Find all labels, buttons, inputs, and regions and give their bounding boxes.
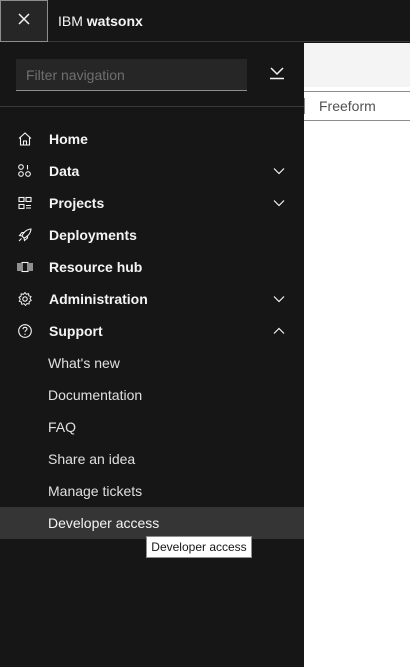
nav-item-label: Support xyxy=(49,323,103,339)
brand-name: watsonx xyxy=(86,12,143,29)
filter-row xyxy=(0,43,304,107)
collapse-all-icon xyxy=(269,66,285,85)
sub-item-developer-access[interactable]: Developer access xyxy=(0,507,304,539)
sub-item-faq[interactable]: FAQ xyxy=(0,411,304,443)
home-icon xyxy=(17,131,33,147)
page-header-strip xyxy=(304,43,410,87)
chevron-down-icon xyxy=(272,196,286,210)
filter-navigation-input[interactable] xyxy=(16,59,247,91)
resource-hub-icon xyxy=(17,259,33,275)
nav-item-administration[interactable]: Administration xyxy=(0,283,304,315)
nav-item-support[interactable]: Support xyxy=(0,315,304,347)
sub-item-share-an-idea[interactable]: Share an idea xyxy=(0,443,304,475)
tab-divider xyxy=(304,98,305,114)
nav-item-home[interactable]: Home xyxy=(0,123,304,155)
nav-item-label: Data xyxy=(49,163,80,179)
nav-item-label: Resource hub xyxy=(49,259,143,275)
nav-item-data[interactable]: Data xyxy=(0,155,304,187)
brand-prefix: IBM xyxy=(58,12,83,29)
side-navigation: Home Data xyxy=(0,43,304,667)
sub-item-documentation[interactable]: Documentation xyxy=(0,379,304,411)
close-menu-button[interactable] xyxy=(0,0,48,42)
chevron-down-icon xyxy=(272,164,286,178)
nav-list: Home Data Projects Deployments Resource … xyxy=(0,123,304,539)
tab-freeform[interactable]: Freeform xyxy=(304,91,410,121)
nav-item-label: Projects xyxy=(49,195,105,211)
chevron-up-icon xyxy=(272,324,286,338)
nav-item-deployments[interactable]: Deployments xyxy=(0,219,304,251)
collapse-all-button[interactable] xyxy=(262,63,292,87)
tooltip-developer-access: Developer access xyxy=(146,536,252,558)
chevron-down-icon xyxy=(272,292,286,306)
sub-item-whats-new[interactable]: What's new xyxy=(0,347,304,379)
nav-item-resource-hub[interactable]: Resource hub xyxy=(0,251,304,283)
page-content: Freeform xyxy=(304,43,410,667)
product-brand[interactable]: IBM watsonx xyxy=(58,13,143,29)
nav-item-label: Home xyxy=(49,131,88,147)
nav-item-projects[interactable]: Projects xyxy=(0,187,304,219)
sub-item-manage-tickets[interactable]: Manage tickets xyxy=(0,475,304,507)
tab-freeform-label: Freeform xyxy=(319,98,376,114)
top-header: IBM watsonx xyxy=(0,0,410,42)
projects-icon xyxy=(17,195,33,211)
help-icon xyxy=(17,323,33,339)
close-icon xyxy=(17,10,31,31)
gear-icon xyxy=(17,291,33,307)
rocket-icon xyxy=(17,227,33,243)
data-icon xyxy=(17,163,33,179)
nav-item-label: Administration xyxy=(49,291,148,307)
nav-item-label: Deployments xyxy=(49,227,137,243)
